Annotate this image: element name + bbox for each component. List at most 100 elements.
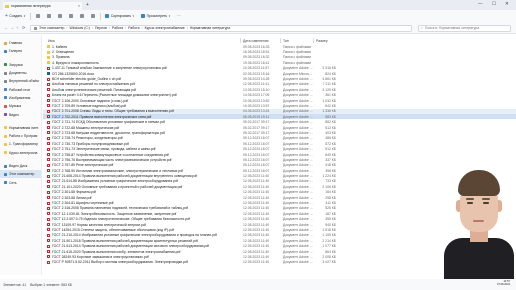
sidebar-item[interactable]: Изображения — [0, 94, 41, 102]
file-date: 12.05.2023 11:40 — [243, 201, 270, 206]
breadcrumb[interactable]: Этот компьютер › Windows (C:) › Пернов ›… — [30, 24, 412, 32]
search-input[interactable]: ⌕ Поиск в: Нормативная литература — [418, 24, 511, 32]
breadcrumb-item[interactable]: Пернов — [95, 26, 107, 30]
file-size: 1 105 КБ — [322, 233, 336, 238]
breadcrumb-item[interactable]: Нормативная литература — [190, 26, 230, 30]
chevron-down-icon: ▾ — [132, 14, 135, 18]
file-type: Документ Adobe ... — [283, 233, 313, 238]
breadcrumb-item[interactable]: Работа — [128, 26, 139, 30]
sidebar-item[interactable]: Нормативная лите — [0, 124, 41, 132]
sidebar-item[interactable]: Документы — [0, 69, 41, 77]
file-date: 12.05.2023 11:40 — [243, 174, 270, 179]
file-type: Документ Adobe ... — [283, 201, 313, 206]
copy-button[interactable] — [45, 13, 53, 20]
cut-button[interactable] — [34, 13, 42, 20]
sidebar-item[interactable]: Главная — [0, 39, 41, 47]
network-icon — [4, 181, 7, 185]
file-type: Документ Adobe ... — [283, 195, 313, 200]
close-window-button[interactable]: ✕ — [505, 1, 509, 7]
pdf-file-icon — [47, 217, 50, 221]
file-size: 1 077 КБ — [322, 244, 336, 249]
file-name: ГОСТ 2.756-76 Воспринимающая часть элект… — [52, 157, 172, 162]
cloud-icon — [4, 164, 7, 168]
forward-button[interactable]: → — [10, 25, 14, 30]
file-date: 05.12.2023 16:07 — [243, 152, 270, 157]
file-date: 09.05.2023 16:32 — [243, 55, 270, 60]
pdf-file-icon — [47, 109, 50, 113]
sidebar-item[interactable]: Галерея — [0, 47, 41, 55]
maximize-button[interactable]: ☐ — [492, 1, 496, 7]
up-button[interactable]: ↑ — [16, 25, 18, 30]
sidebar-item[interactable]: 1. Трансформатор — [0, 140, 41, 148]
sidebar-item[interactable]: Загрузки — [0, 61, 41, 69]
file-date: 09.05.2023 14:28 — [243, 77, 270, 82]
file-name: ГОСТ 2.767-89 Реле электрические.pdf — [52, 163, 114, 168]
folder-icon — [4, 151, 7, 155]
file-type: Документ Adobe ... — [283, 244, 313, 249]
new-button[interactable]: + Создать ▾ — [3, 13, 27, 20]
file-name: ГОСТ Р 50571.5.52-2011 Выбор и монтаж эл… — [52, 260, 188, 265]
pdf-file-icon — [47, 244, 50, 248]
column-date[interactable]: Дата изменения — [243, 39, 268, 43]
new-label: Создать — [9, 14, 23, 18]
column-divider[interactable] — [313, 38, 314, 43]
file-name: ГОСТ 21.615-2020 Правила выполнения изоб… — [52, 249, 181, 254]
sidebar-item[interactable]: Этот компьютер — [0, 170, 41, 179]
sidebar-item-label: Изображения — [9, 95, 31, 100]
column-type[interactable]: Тип — [283, 39, 289, 43]
paste-button[interactable] — [56, 13, 64, 20]
column-size[interactable]: Размер — [316, 39, 328, 43]
tab-normative-literature[interactable]: нормативная литература × — [3, 2, 82, 10]
breadcrumb-item[interactable]: Windows (C:) — [70, 26, 90, 30]
sidebar-item[interactable]: Внутренний объём — [0, 77, 41, 85]
file-type: Документ Adobe ... — [283, 152, 313, 157]
sidebar-item[interactable]: Видео Диск — [0, 162, 41, 170]
file-name: ГОСТ 2.303-68 Линии.pdf — [52, 195, 92, 200]
more-button[interactable]: ··· — [175, 13, 182, 20]
share-icon — [79, 14, 84, 18]
file-size: 1 336 КБ — [322, 109, 336, 114]
file-name: 1. Кабели — [52, 44, 68, 49]
column-divider[interactable] — [280, 38, 281, 43]
back-button[interactable]: ← — [4, 25, 8, 30]
breadcrumb-item[interactable]: Этот компьютер — [39, 26, 64, 30]
file-date: 10.05.2023 13:57 — [243, 103, 270, 108]
file-date: 05.12.2023 16:07 — [243, 136, 270, 141]
view-button[interactable]: Просмотреть ▾ — [139, 13, 172, 20]
separator — [30, 12, 31, 20]
system-clock[interactable]: 14:57 07.08.2024 — [497, 280, 510, 287]
sidebar-item[interactable]: Курсы электросна — [0, 149, 41, 157]
new-tab-button[interactable]: + — [86, 2, 89, 8]
sidebar-item[interactable]: Рабочий стол — [0, 85, 41, 93]
file-size: 1 518 КБ — [322, 227, 336, 232]
sidebar-item[interactable]: Музыка — [0, 102, 41, 110]
file-date: 05.12.2023 16:07 — [243, 163, 270, 168]
sidebar-item[interactable]: Работа с Програм — [0, 132, 41, 140]
column-name[interactable]: Имя — [48, 39, 55, 43]
file-size: 642 КБ — [325, 103, 336, 108]
close-tab-icon[interactable]: × — [78, 4, 80, 8]
file-type: Документ Adobe ... — [283, 98, 313, 103]
file-type: Документ Adobe ... — [283, 227, 313, 232]
pdf-file-icon — [47, 104, 50, 108]
sort-button[interactable]: Сортировать ▾ — [103, 13, 136, 20]
file-date: 12.05.2023 11:40 — [243, 260, 270, 265]
pdf-file-icon — [47, 126, 50, 130]
person-eye — [483, 202, 489, 204]
sidebar-item[interactable]: Видео — [0, 110, 41, 118]
rename-button[interactable] — [67, 13, 75, 20]
file-name: ГОСТ 2.304-81 Шрифты чертежные.pdf — [52, 201, 114, 206]
file-date: 12.05.2023 11:40 — [243, 217, 270, 222]
breadcrumb-item[interactable]: Курсы электроснабжение — [145, 26, 185, 30]
refresh-button[interactable]: ⟳ — [22, 25, 25, 30]
file-type: Документ Adobe ... — [283, 136, 313, 141]
share-button[interactable] — [78, 13, 86, 20]
rename-icon — [68, 14, 73, 18]
minimize-button[interactable]: — — [478, 1, 483, 7]
breadcrumb-item[interactable]: Работа — [112, 26, 123, 30]
download-icon — [4, 63, 7, 67]
delete-button[interactable] — [89, 13, 97, 20]
column-divider[interactable] — [240, 38, 241, 43]
file-type: Документ Adobe ... — [283, 109, 313, 114]
sidebar-item[interactable]: Сеть — [0, 178, 41, 186]
